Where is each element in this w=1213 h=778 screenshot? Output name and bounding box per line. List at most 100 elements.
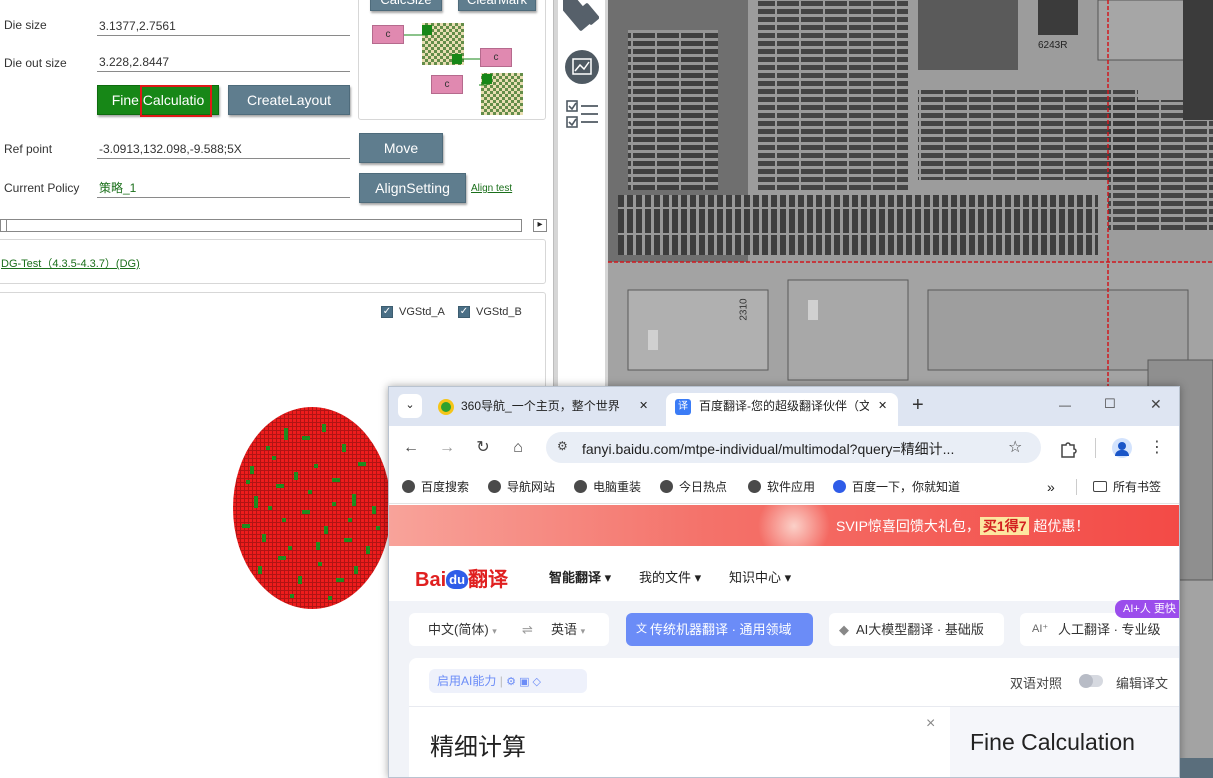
minimize-button[interactable]: — bbox=[1059, 398, 1071, 412]
tab-title: 360导航_一个主页，整个世界 bbox=[461, 399, 620, 413]
new-tab-button[interactable]: + bbox=[912, 394, 924, 417]
ai-plus-badge: AI+人 更快 bbox=[1115, 600, 1179, 618]
ai-icon: AI⁺ bbox=[1032, 623, 1049, 635]
language-selector[interactable]: 中文(简体) ▾ ⇌ 英语 ▾ bbox=[409, 613, 609, 646]
forward-icon[interactable]: → bbox=[437, 438, 457, 458]
baidu-paw-icon bbox=[833, 480, 846, 493]
ref-point-label: Ref point bbox=[4, 142, 53, 156]
layout-node[interactable]: c bbox=[372, 25, 404, 44]
tab-360[interactable]: 360导航_一个主页，整个世界 ✕ bbox=[430, 393, 658, 426]
move-button[interactable]: Move bbox=[359, 133, 443, 163]
target-panel: Fine Calculation bbox=[950, 707, 1179, 777]
target-language[interactable]: 英语 ▾ bbox=[551, 613, 585, 648]
layout-node[interactable]: c bbox=[431, 75, 463, 94]
promo-text: SVIP惊喜回馈大礼包， 买1得7 超优惠！ bbox=[836, 517, 1090, 535]
folder-icon bbox=[1093, 481, 1107, 492]
bookmark-item[interactable]: 百度一下，你就知道 bbox=[833, 478, 960, 496]
address-bar-row: ← → ↻ ⌂ ⚙ fanyi.baidu.com/mtpe-individua… bbox=[389, 426, 1179, 470]
divider bbox=[1076, 479, 1077, 495]
die-out-size-field[interactable]: 3.228,2.8447 bbox=[97, 52, 350, 72]
maximize-button[interactable]: ☐ bbox=[1104, 396, 1116, 412]
target-text: Fine Calculation bbox=[970, 729, 1135, 755]
menu-kebab-icon[interactable]: ⋮ bbox=[1147, 438, 1167, 458]
bookmarks-bar: 百度搜索 导航网站 电脑重装 今日热点 软件应用 百度一下，你就知道 » 所有书… bbox=[389, 470, 1179, 504]
translation-panel: 启用AI能力 | ⚙ ▣ ◇ 双语对照 编辑译文 精细计算 × Fine Cal… bbox=[409, 658, 1179, 777]
ref-point-field[interactable]: -3.0913,132.098,-9.588;5X bbox=[97, 139, 350, 159]
url-text[interactable]: fanyi.baidu.com/mtpe-individual/multimod… bbox=[582, 439, 954, 459]
layout-node[interactable]: c bbox=[480, 48, 512, 67]
site-info-icon[interactable]: ⚙ bbox=[557, 439, 568, 453]
globe-icon bbox=[574, 480, 587, 493]
mode-ai-model-translation[interactable]: ◆ AI大模型翻译 · 基础版 bbox=[829, 613, 1004, 646]
align-test-link[interactable]: Align test bbox=[471, 183, 512, 194]
checklist-icon[interactable] bbox=[565, 97, 601, 133]
create-layout-button[interactable]: CreateLayout bbox=[228, 85, 350, 115]
mode-machine-translation[interactable]: 文 传统机器翻译 · 通用领域 bbox=[626, 613, 813, 646]
taskbar-corner bbox=[1180, 758, 1213, 778]
scroll-right-button[interactable]: ▸ bbox=[533, 219, 547, 232]
home-icon[interactable]: ⌂ bbox=[508, 438, 528, 458]
connector-lines bbox=[404, 30, 488, 86]
promo-highlight: 买1得7 bbox=[979, 517, 1030, 535]
baidu-translate-logo[interactable]: Bai du 翻译 bbox=[415, 563, 508, 592]
tab-title: 百度翻译-您的超级翻译伙伴（文 bbox=[699, 399, 869, 413]
horizontal-scrollbar[interactable] bbox=[0, 219, 522, 232]
enable-ai-button[interactable]: 启用AI能力 | ⚙ ▣ ◇ bbox=[429, 669, 587, 693]
reload-icon[interactable]: ↻ bbox=[473, 438, 493, 458]
nav-knowledge-center[interactable]: 知识中心 ▾ bbox=[729, 567, 791, 586]
clear-text-icon[interactable]: × bbox=[926, 715, 935, 733]
edit-translation-button[interactable]: 编辑译文 bbox=[1116, 673, 1168, 692]
extensions-icon[interactable] bbox=[1059, 440, 1077, 458]
tab-search-button[interactable]: ⌄ bbox=[398, 394, 422, 418]
checkbox-vgstd-a-label: VGStd_A bbox=[399, 306, 445, 318]
swap-languages-icon[interactable]: ⇌ bbox=[522, 613, 533, 646]
recipe-link[interactable]: DG-Test（4.3.5-4.3.7）(DG) bbox=[1, 255, 140, 271]
checkbox-vgstd-b[interactable]: ✓ bbox=[458, 306, 470, 318]
chip-label: 6243R bbox=[1038, 40, 1068, 51]
translate-workspace: 中文(简体) ▾ ⇌ 英语 ▾ 文 传统机器翻译 · 通用领域 ◆ AI大模型翻… bbox=[389, 600, 1179, 777]
current-policy-field[interactable]: 策略_1 bbox=[97, 178, 350, 198]
back-icon[interactable]: ← bbox=[401, 438, 421, 458]
globe-icon bbox=[748, 480, 761, 493]
source-language[interactable]: 中文(简体) ▾ bbox=[428, 613, 497, 648]
cube-icon: ◆ bbox=[839, 622, 849, 637]
tab-close-icon[interactable]: ✕ bbox=[639, 393, 648, 420]
bookmark-item[interactable]: 百度搜索 bbox=[402, 478, 469, 496]
ruler-tool-icon[interactable] bbox=[563, 0, 599, 34]
close-window-button[interactable]: ✕ bbox=[1150, 396, 1162, 413]
bookmark-item[interactable]: 导航网站 bbox=[488, 478, 555, 496]
tab-baidu-translate[interactable]: 译 百度翻译-您的超级翻译伙伴（文 ✕ bbox=[666, 393, 898, 426]
tab-strip: ⌄ 360导航_一个主页，整个世界 ✕ 译 百度翻译-您的超级翻译伙伴（文 ✕ … bbox=[389, 387, 1179, 426]
omnibox[interactable]: ⚙ fanyi.baidu.com/mtpe-individual/multim… bbox=[546, 432, 1041, 463]
baidu-translate-favicon-icon: 译 bbox=[675, 399, 691, 415]
divider bbox=[1095, 438, 1096, 458]
scrollbar-thumb[interactable] bbox=[1, 220, 7, 231]
bookmark-item[interactable]: 今日热点 bbox=[660, 478, 727, 496]
globe-icon bbox=[660, 480, 673, 493]
baidu-header: Bai du 翻译 智能翻译 ▾ 我的文件 ▾ 知识中心 ▾ bbox=[389, 546, 1179, 601]
nav-smart-translate[interactable]: 智能翻译 ▾ bbox=[549, 567, 611, 586]
die-size-field[interactable]: 3.1377,2.7561 bbox=[97, 16, 350, 36]
bookmarks-overflow-button[interactable]: » bbox=[1047, 478, 1055, 496]
align-setting-button[interactable]: AlignSetting bbox=[359, 173, 466, 203]
bookmark-item[interactable]: 电脑重装 bbox=[574, 478, 641, 496]
source-text[interactable]: 精细计算 bbox=[430, 727, 526, 762]
translate-icon: 文 bbox=[636, 623, 647, 635]
bilingual-toggle[interactable] bbox=[1079, 674, 1103, 688]
browser-window: ⌄ 360导航_一个主页，整个世界 ✕ 译 百度翻译-您的超级翻译伙伴（文 ✕ … bbox=[388, 386, 1180, 778]
current-policy-label: Current Policy bbox=[4, 181, 80, 195]
image-view-icon[interactable] bbox=[564, 49, 600, 85]
die-out-size-label: Die out size bbox=[4, 56, 67, 70]
360-favicon-icon bbox=[438, 399, 454, 415]
promo-banner[interactable]: SVIP惊喜回馈大礼包， 买1得7 超优惠！ bbox=[389, 505, 1179, 546]
all-bookmarks-button[interactable]: 所有书签 bbox=[1093, 478, 1161, 496]
highlight-box bbox=[140, 85, 212, 117]
bookmark-star-icon[interactable]: ☆ bbox=[1008, 437, 1022, 457]
die-size-label: Die size bbox=[4, 18, 47, 32]
bookmark-item[interactable]: 软件应用 bbox=[748, 478, 815, 496]
nav-my-files[interactable]: 我的文件 ▾ bbox=[639, 567, 701, 586]
tab-close-icon[interactable]: ✕ bbox=[878, 393, 887, 420]
profile-avatar-icon[interactable] bbox=[1112, 438, 1132, 458]
wafer-map[interactable] bbox=[232, 406, 392, 610]
checkbox-vgstd-a[interactable]: ✓ bbox=[381, 306, 393, 318]
